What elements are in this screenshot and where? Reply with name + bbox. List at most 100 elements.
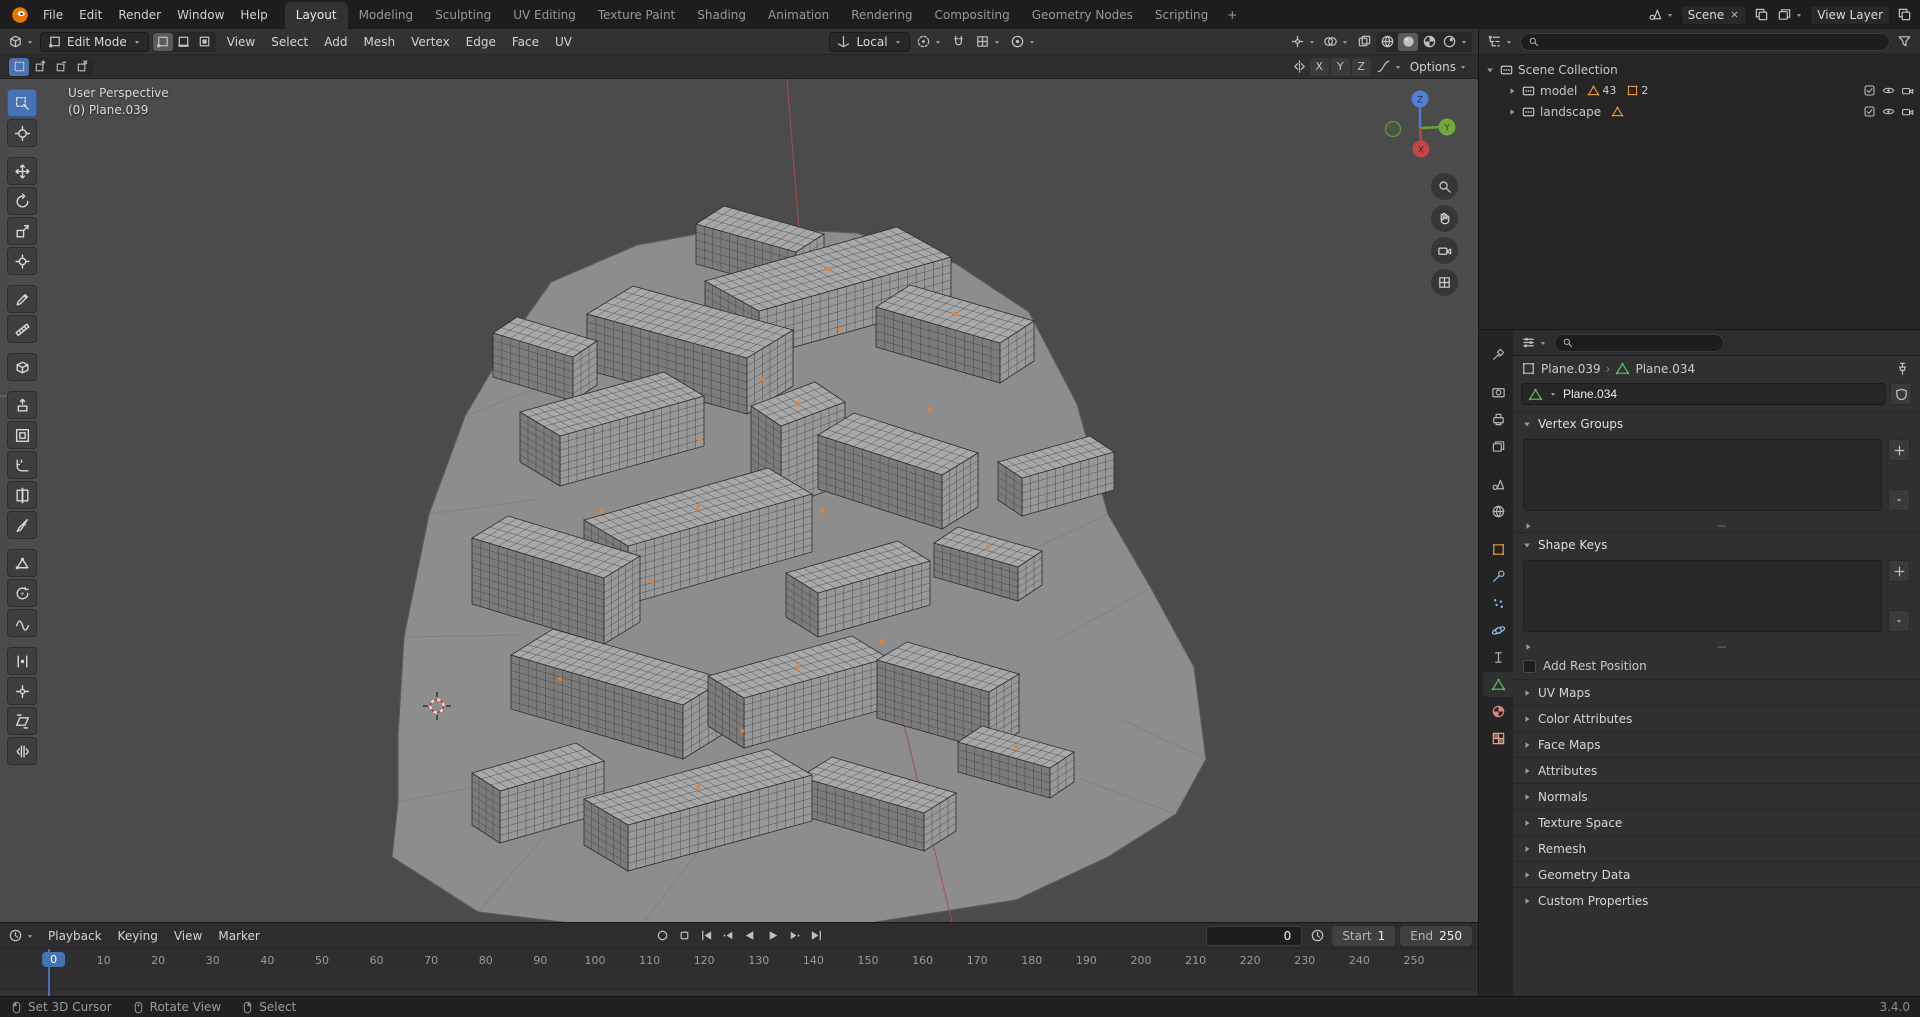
playhead-frame-chip[interactable]: 0 <box>42 952 66 967</box>
outliner-search[interactable] <box>1520 32 1890 51</box>
falloff-button[interactable] <box>1374 57 1405 77</box>
snap-toggle-button[interactable] <box>949 32 969 52</box>
tool-edge-slide[interactable] <box>7 647 37 675</box>
tool-shear[interactable] <box>7 707 37 735</box>
tool-poly-build[interactable] <box>7 549 37 577</box>
tool-add-cube[interactable] <box>7 353 37 381</box>
properties-tab-material[interactable] <box>1483 699 1513 724</box>
ortho-toggle-button[interactable] <box>1431 269 1458 296</box>
workspace-tab-animation[interactable]: Animation <box>757 2 840 29</box>
eye-icon[interactable] <box>1882 84 1895 97</box>
viewport-menu-uv[interactable]: UV <box>547 32 580 52</box>
pan-button[interactable] <box>1431 205 1458 232</box>
tool-cursor[interactable] <box>7 119 37 147</box>
timeline-menu-playback[interactable]: Playback <box>40 926 110 946</box>
properties-tab-data[interactable] <box>1483 672 1513 697</box>
expand-icon[interactable] <box>1485 65 1495 75</box>
timeline-editor-type-button[interactable] <box>6 926 37 946</box>
camera-view-button[interactable] <box>1431 237 1458 264</box>
shading-solid-button[interactable] <box>1398 32 1418 51</box>
shape-keys-list[interactable] <box>1523 560 1882 632</box>
scene-selector[interactable]: Scene <box>1680 4 1748 25</box>
expand-icon[interactable] <box>1507 86 1517 96</box>
autokey-button[interactable] <box>652 926 672 946</box>
add-rest-position-checkbox[interactable] <box>1523 659 1536 673</box>
panel-face-maps[interactable]: Face Maps <box>1513 731 1920 757</box>
shading-material-button[interactable] <box>1419 33 1439 51</box>
properties-tab-particles[interactable] <box>1483 591 1513 616</box>
mirror-y-toggle[interactable]: Y <box>1330 57 1350 76</box>
viewport-menu-vertex[interactable]: Vertex <box>403 32 458 52</box>
topbar-menu-file[interactable]: File <box>35 5 71 25</box>
orientation-select[interactable]: Local <box>829 31 910 52</box>
timeline-menu-keying[interactable]: Keying <box>110 926 166 946</box>
checkbox-icon[interactable] <box>1863 105 1876 118</box>
properties-tab-modifiers[interactable] <box>1483 564 1513 589</box>
vertex-group-specials-button[interactable] <box>1888 489 1910 511</box>
scene-browse-button[interactable] <box>1646 5 1677 25</box>
expand-icon[interactable] <box>1507 107 1517 117</box>
blender-logo-icon[interactable] <box>10 5 30 25</box>
properties-tab-texture[interactable] <box>1483 726 1513 751</box>
timeline-ruler[interactable]: 0 10 20 30 40 50 60 70 80 90 100 110 120 130 140 150 160… <box>0 949 1478 973</box>
tool-scale[interactable] <box>7 217 37 245</box>
tool-rotate[interactable] <box>7 187 37 215</box>
workspace-tab-geometry-nodes[interactable]: Geometry Nodes <box>1021 2 1144 29</box>
jump-to-end-button[interactable] <box>806 926 826 946</box>
viewport-menu-add[interactable]: Add <box>316 32 355 52</box>
add-workspace-tab[interactable]: + <box>1219 2 1245 29</box>
panel-custom-properties[interactable]: Custom Properties <box>1513 887 1920 913</box>
viewport-3d[interactable]: User Perspective (0) Plane.039 Z Y X <box>0 79 1478 922</box>
workspace-tab-texture-paint[interactable]: Texture Paint <box>587 2 686 29</box>
tool-measure[interactable] <box>7 315 37 343</box>
xray-toggle-button[interactable] <box>1354 32 1374 52</box>
shape-key-specials-button[interactable] <box>1888 610 1910 632</box>
properties-tab-view-layer[interactable] <box>1483 434 1513 459</box>
tool-extrude-region[interactable] <box>7 391 37 419</box>
panel-remesh[interactable]: Remesh <box>1513 835 1920 861</box>
tool-annotate[interactable] <box>7 285 37 313</box>
properties-search-input[interactable] <box>1578 336 1716 349</box>
properties-tab-tool[interactable] <box>1483 342 1513 367</box>
select-mode-subtract-button[interactable] <box>51 58 71 76</box>
panel-attributes[interactable]: Attributes <box>1513 757 1920 783</box>
viewport-scene[interactable] <box>0 79 1478 922</box>
tool-shrink-fatten[interactable] <box>7 677 37 705</box>
tool-smooth[interactable] <box>7 609 37 637</box>
resize-grip-icon[interactable] <box>1713 642 1731 652</box>
outliner-filter-button[interactable] <box>1894 32 1914 52</box>
prev-keyframe-button[interactable] <box>718 926 738 946</box>
tool-spin[interactable] <box>7 579 37 607</box>
panel-color-attributes[interactable]: Color Attributes <box>1513 705 1920 731</box>
navigation-gizmo[interactable]: Z Y X <box>1378 86 1462 170</box>
fake-user-button[interactable] <box>1890 383 1912 405</box>
tool-loop-cut[interactable] <box>7 481 37 509</box>
eye-icon[interactable] <box>1882 105 1895 118</box>
properties-tab-object[interactable] <box>1483 537 1513 562</box>
panel-vertex-groups[interactable]: Vertex Groups <box>1513 411 1920 435</box>
select-mode-invert-button[interactable] <box>72 58 92 76</box>
properties-tab-world[interactable] <box>1483 499 1513 524</box>
camera-render-icon[interactable] <box>1901 84 1914 97</box>
outliner-row-landscape[interactable]: landscape <box>1479 101 1920 122</box>
tool-move[interactable] <box>7 157 37 185</box>
resize-grip-icon[interactable] <box>1713 521 1731 531</box>
workspace-tab-shading[interactable]: Shading <box>686 2 757 29</box>
tool-bevel[interactable] <box>7 451 37 479</box>
mirror-x-toggle[interactable]: X <box>1309 57 1329 76</box>
outliner-search-input[interactable] <box>1544 35 1882 48</box>
tool-inset-faces[interactable] <box>7 421 37 449</box>
tool-transform[interactable] <box>7 247 37 275</box>
proportional-edit-button[interactable] <box>1008 32 1039 52</box>
viewport-menu-view[interactable]: View <box>219 32 263 52</box>
topbar-menu-edit[interactable]: Edit <box>71 5 110 25</box>
timeline-menu-marker[interactable]: Marker <box>210 926 267 946</box>
keying-set-button[interactable] <box>674 926 694 946</box>
shading-wireframe-button[interactable] <box>1377 33 1397 51</box>
vertex-select-mode-button[interactable] <box>152 32 173 51</box>
tool-rip-region[interactable] <box>7 737 37 765</box>
pin-button[interactable] <box>1892 359 1912 379</box>
panel-shape-keys[interactable]: Shape Keys <box>1513 532 1920 556</box>
close-icon[interactable] <box>1729 9 1740 20</box>
add-shape-key-button[interactable] <box>1888 560 1910 582</box>
